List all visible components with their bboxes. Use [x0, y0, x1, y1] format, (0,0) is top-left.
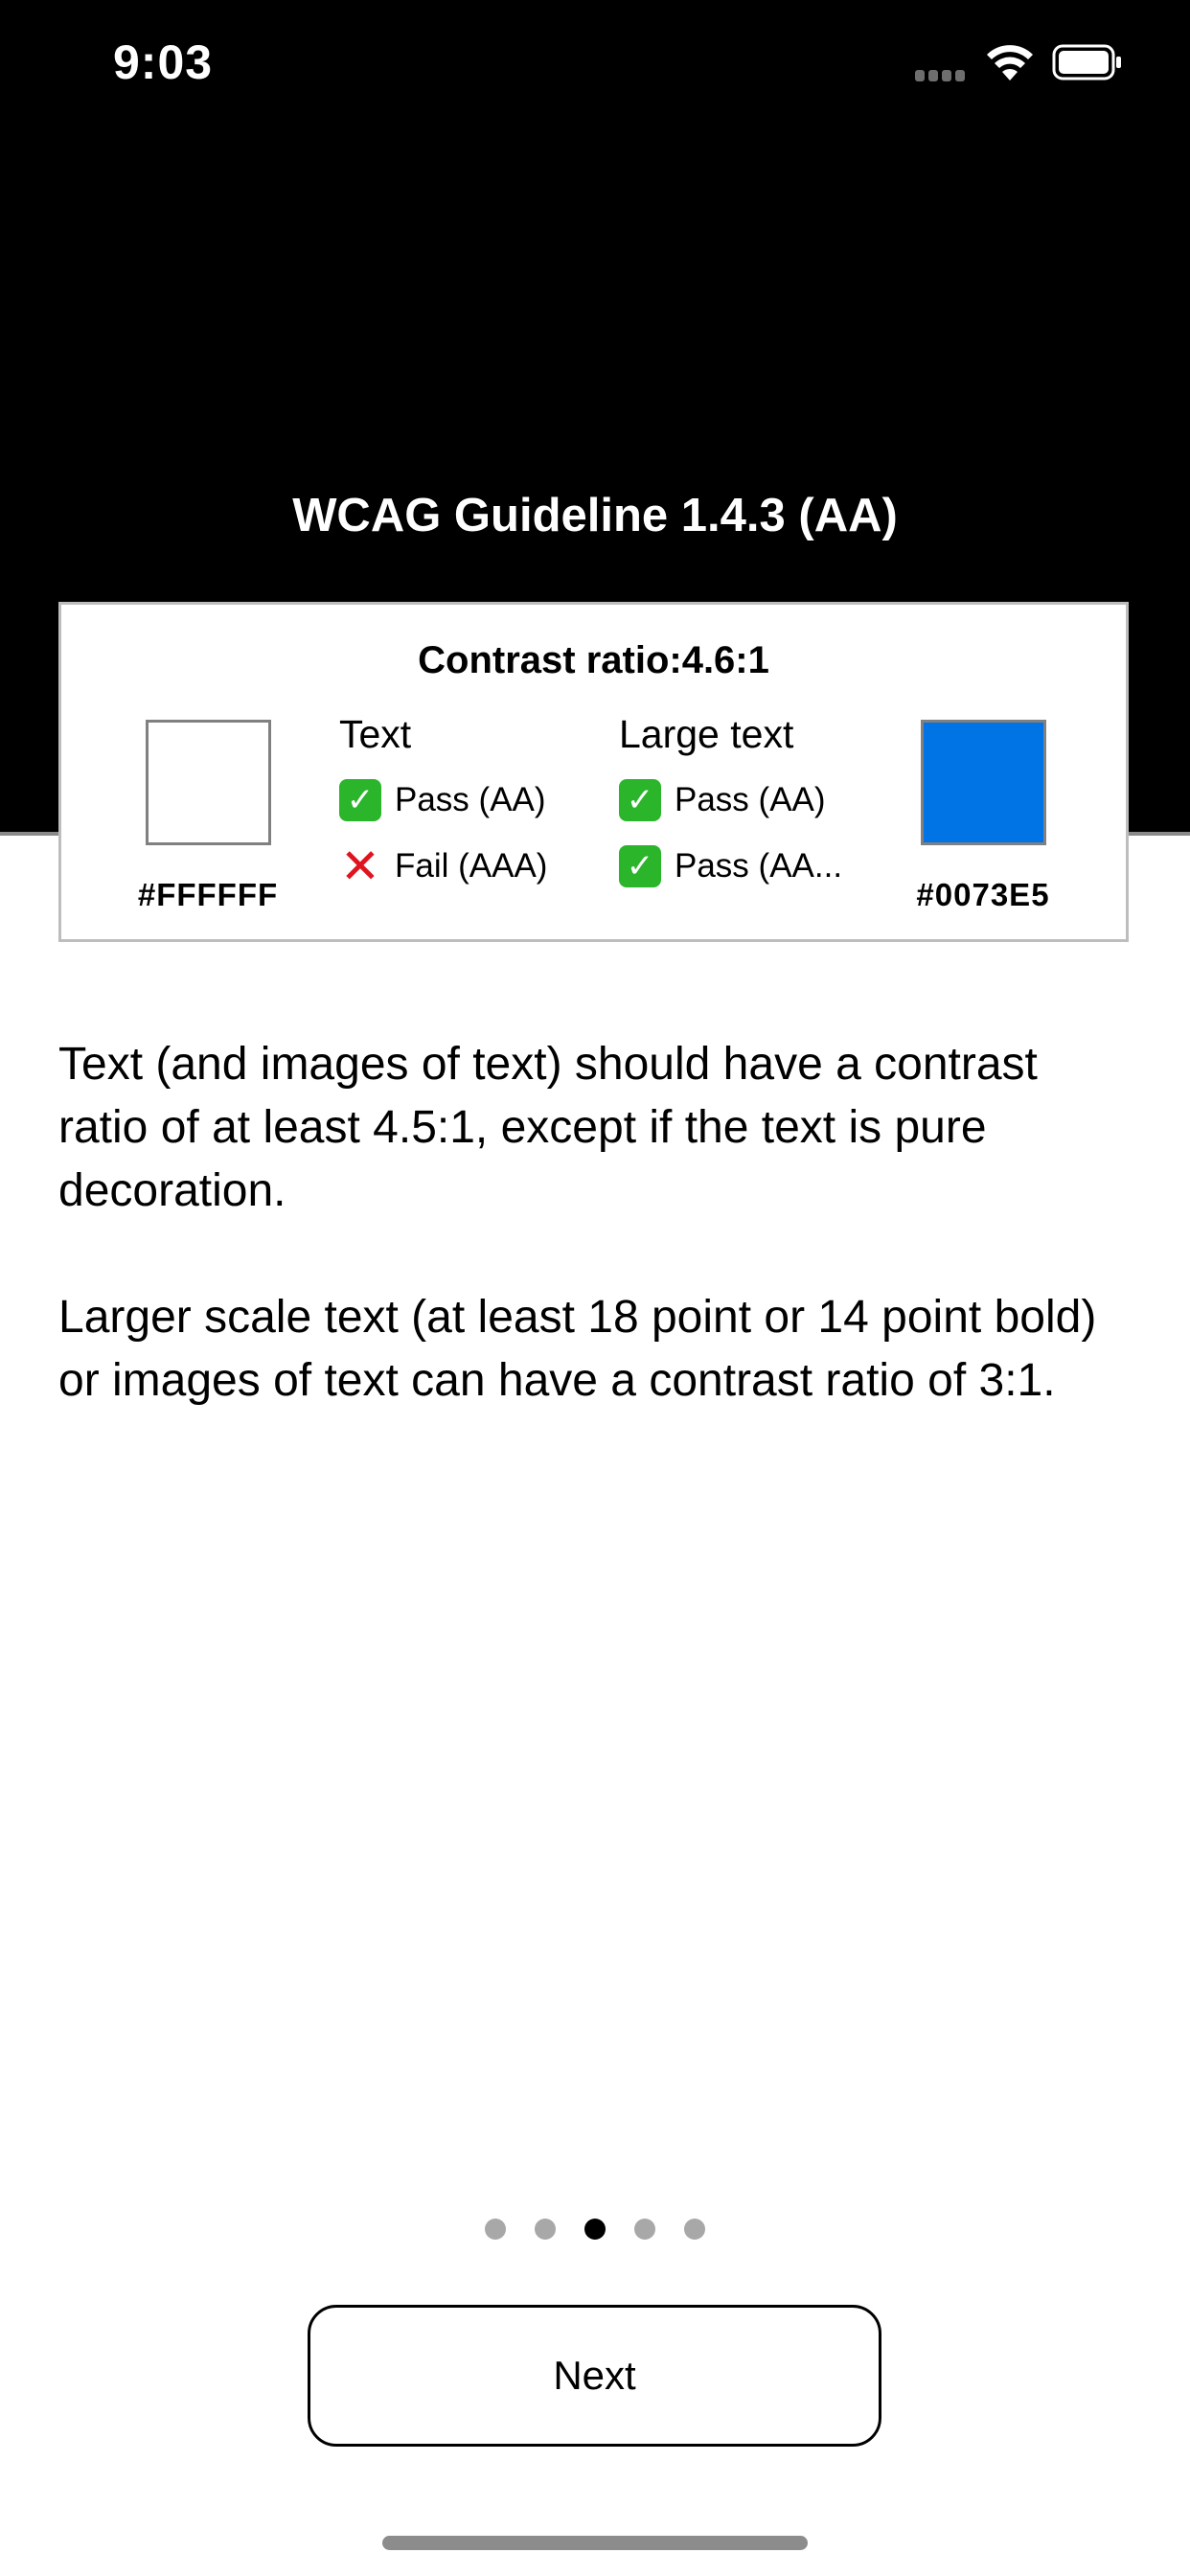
result-label: Pass (AA... [675, 847, 843, 885]
result-label: Pass (AA) [395, 781, 546, 818]
foreground-hex: #FFFFFF [137, 877, 279, 912]
cross-icon: ✕ [340, 840, 380, 893]
text-aa-result: ✓ Pass (AA) [339, 779, 546, 821]
result-label: Fail (AAA) [395, 847, 548, 885]
contrast-card: Contrast ratio:4.6:1 #FFFFFF Text ✓ Pass… [58, 602, 1129, 942]
page-dot[interactable] [634, 2219, 655, 2240]
page-dot[interactable] [584, 2219, 606, 2240]
status-time: 9:03 [113, 35, 214, 89]
home-indicator[interactable] [382, 2536, 808, 2550]
cellular-signal-icon [915, 69, 971, 82]
wifi-icon [987, 45, 1033, 80]
battery-icon [1052, 44, 1121, 80]
check-icon: ✓ [339, 779, 381, 821]
check-icon: ✓ [619, 779, 661, 821]
next-button[interactable]: Next [308, 2305, 881, 2447]
text-column-heading: Text [339, 712, 412, 756]
page-title: WCAG Guideline 1.4.3 (AA) [292, 490, 898, 541]
result-label: Pass (AA) [675, 781, 826, 818]
background-hex: #0073E5 [916, 877, 1050, 912]
large-text-column-heading: Large text [619, 712, 794, 756]
description-paragraph-1: Text (and images of text) should have a … [58, 1039, 1038, 1216]
page-indicator[interactable] [0, 2219, 1190, 2240]
description-paragraph-2: Larger scale text (at least 18 point or … [58, 1292, 1097, 1406]
large-text-aa-result: ✓ Pass (AA) [619, 779, 826, 821]
page-dot[interactable] [535, 2219, 556, 2240]
text-aaa-result: ✕ Fail (AAA) [339, 840, 548, 893]
contrast-ratio: Contrast ratio:4.6:1 [418, 639, 769, 681]
page-dot[interactable] [684, 2219, 705, 2240]
foreground-color-swatch[interactable] [146, 720, 271, 845]
large-text-aaa-result: ✓ Pass (AA... [619, 845, 842, 887]
page-dot[interactable] [485, 2219, 506, 2240]
background-color-swatch[interactable] [921, 720, 1046, 845]
check-icon: ✓ [619, 845, 661, 887]
